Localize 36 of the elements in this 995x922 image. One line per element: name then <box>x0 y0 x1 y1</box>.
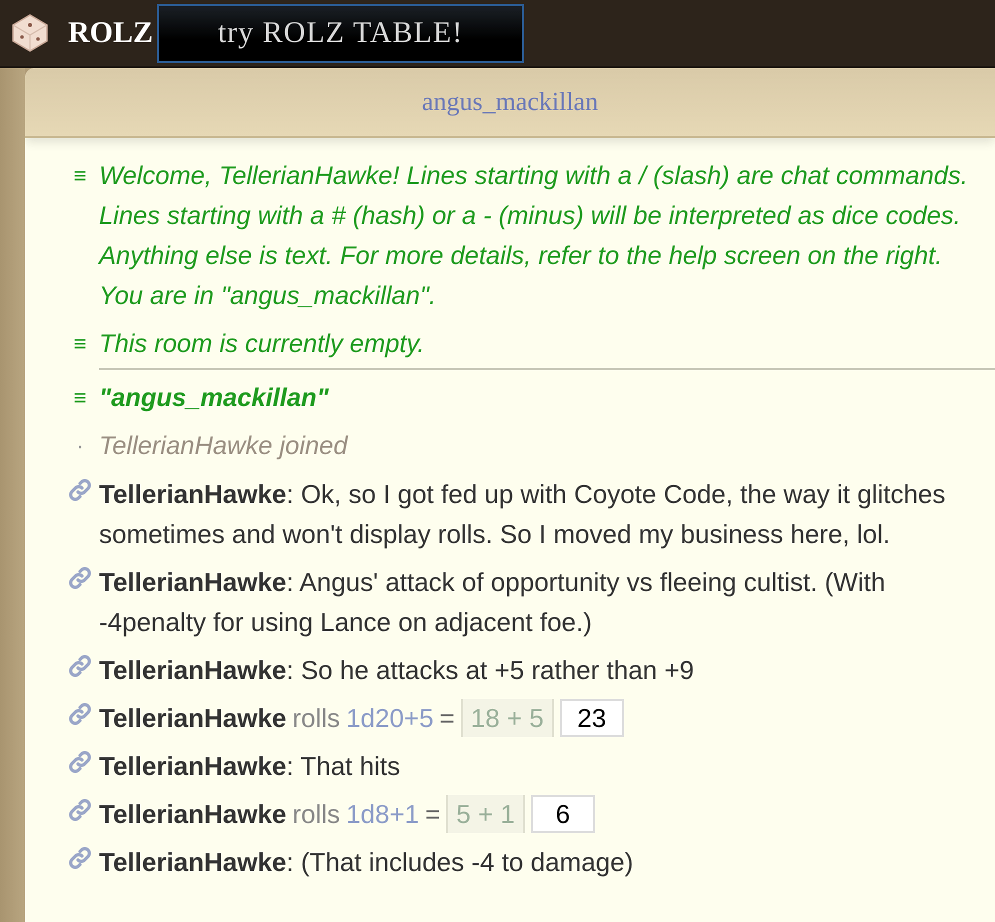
link-icon[interactable] <box>68 566 92 590</box>
dice-code: 1d8+1 <box>346 798 420 831</box>
roll-breakdown: 5 + 1 <box>446 795 525 833</box>
menu-icon: ≡ <box>74 160 86 192</box>
dice-code: 1d20+5 <box>346 702 434 735</box>
link-icon[interactable] <box>68 702 92 726</box>
chat-message: TellerianHawke: (That includes -4 to damage) <box>99 846 634 879</box>
die-icon <box>10 13 50 53</box>
roll-verb: rolls <box>292 702 340 735</box>
join-notice: TellerianHawke joined <box>99 431 350 462</box>
roll-breakdown: 18 + 5 <box>460 699 554 737</box>
equals-sign: = <box>425 798 440 831</box>
link-icon[interactable] <box>68 654 92 678</box>
menu-icon: ≡ <box>74 382 86 414</box>
system-message: Welcome, TellerianHawke! Lines starting with a / (slash) are chat commands. Lines starting with a # (hash) or a - (minus) will be interpreted as dice codes. Anything else is text. For more details, refer to the help screen on the right. You are in "angus_mackillan". <box>99 161 969 312</box>
link-icon[interactable] <box>68 750 92 774</box>
link-icon[interactable] <box>68 798 92 822</box>
menu-icon: ≡ <box>74 328 86 360</box>
brand-name[interactable]: ROLZ <box>68 16 154 50</box>
equals-sign: = <box>440 702 455 735</box>
chat-message: TellerianHawke: That hits <box>99 750 402 783</box>
link-icon[interactable] <box>68 846 92 870</box>
system-message: This room is currently empty. <box>99 329 426 360</box>
chat-message: TellerianHawke: So he attacks at +5 rather than +9 <box>99 654 695 687</box>
roll-verb: rolls <box>292 798 340 831</box>
promo-button[interactable]: try ROLZ TABLE! <box>157 4 524 62</box>
room-title: angus_mackillan <box>422 87 598 117</box>
roll-total: 23 <box>560 699 624 737</box>
bullet-icon: · <box>76 430 84 462</box>
chat-message: TellerianHawke: Angus' attack of opportunity vs fleeing cultist. (With -4penalty for using Lance on adjacent foe.) <box>99 566 886 639</box>
system-message: "angus_mackillan" <box>99 383 330 414</box>
roll-total: 6 <box>530 795 595 833</box>
user-name: TellerianHawke <box>99 702 286 735</box>
chat-message: TellerianHawke: Ok, so I got fed up with Coyote Code, the way it glitches sometimes and won't display rolls. So I moved my business here, lol. <box>99 478 946 551</box>
link-icon[interactable] <box>68 478 92 502</box>
user-name: TellerianHawke <box>99 798 286 831</box>
